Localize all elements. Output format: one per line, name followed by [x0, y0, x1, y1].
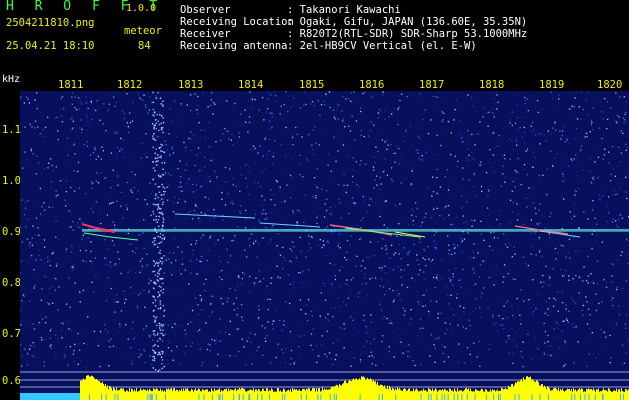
- spectrogram-canvas: [20, 91, 629, 400]
- datetime-label: 25.04.21 18:10: [6, 40, 95, 52]
- x-tick-label: 1818: [479, 79, 505, 91]
- location-value: : Ogaki, Gifu, JAPAN (136.60E, 35.35N): [287, 16, 528, 28]
- observer-value: : Takanori Kawachi: [287, 4, 401, 16]
- power-graph: [20, 375, 629, 400]
- x-tick-label: 1813: [178, 79, 204, 91]
- header-panel: H R O F F T 1.0.0 2504211810.png meteor …: [0, 0, 629, 76]
- x-tick-label: 1814: [238, 79, 264, 91]
- y-tick-label: 0.9: [2, 226, 21, 238]
- x-tick-label: 1817: [419, 79, 445, 91]
- x-tick-label: 1815: [299, 79, 325, 91]
- meteor-label: meteor: [124, 25, 162, 37]
- x-tick-label: 1812: [117, 79, 143, 91]
- y-tick-label: 0.6: [2, 375, 21, 387]
- y-tick-label: 1.1: [2, 124, 21, 136]
- meteor-echoes: [81, 213, 581, 241]
- y-axis-unit: kHz: [2, 74, 21, 85]
- receiver-key: Receiver: [180, 28, 231, 40]
- spectrogram-plot: [20, 91, 629, 400]
- x-tick-label: 1820: [597, 79, 623, 91]
- y-tick-label: 1.0: [2, 175, 21, 187]
- y-tick-label: 0.8: [2, 277, 21, 289]
- antenna-value: : 2el-HB9CV Vertical (el. E-W): [287, 40, 477, 52]
- app-version: 1.0.0: [126, 3, 157, 14]
- filename-label: 2504211810.png: [6, 17, 95, 29]
- x-tick-label: 1819: [539, 79, 565, 91]
- location-key: Receiving Location: [180, 16, 294, 28]
- receiver-value: : R820T2(RTL-SDR) SDR-Sharp 53.1000MHz: [287, 28, 528, 40]
- x-tick-label: 1811: [58, 79, 84, 91]
- y-tick-label: 0.7: [2, 328, 21, 340]
- x-tick-label: 1816: [359, 79, 385, 91]
- meteor-count: 84: [138, 40, 151, 52]
- observer-key: Observer: [180, 4, 231, 16]
- antenna-key: Receiving antenna: [180, 40, 288, 52]
